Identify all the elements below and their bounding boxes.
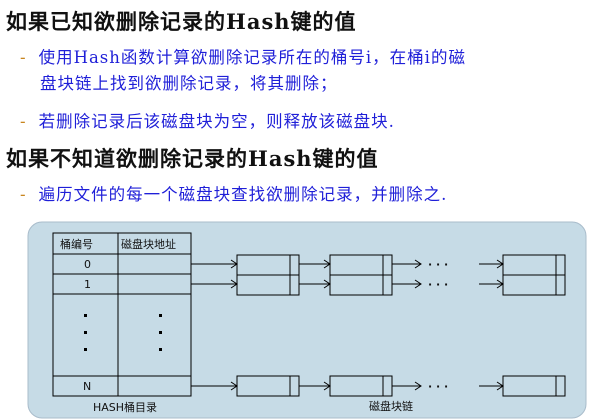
caption-hash-directory: HASH桶目录 [93,400,157,414]
header-block-address: 磁盘块地址 [121,237,176,251]
row-label-n: N [83,380,91,393]
caption-block-chain: 磁盘块链 [369,399,413,413]
horizontal-ellipsis-row-0: · · · [428,258,448,271]
hash-bucket-diagram: 桶编号 磁盘块地址 0 1 N · · · · · · · · · HASH桶目… [27,221,587,419]
horizontal-ellipsis-row-n: · · · [428,380,448,393]
row-label-1: 1 [84,278,91,291]
horizontal-ellipsis-row-1: · · · [428,278,448,291]
row-label-0: 0 [84,258,91,271]
header-bucket-number: 桶编号 [60,237,93,251]
diagram-panel [27,221,587,419]
